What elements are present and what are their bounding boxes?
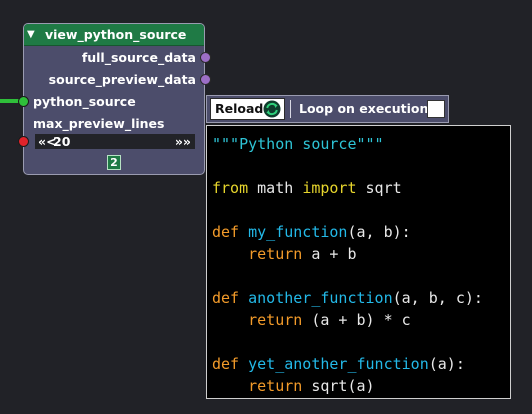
code-line: """Python source""" — [212, 135, 384, 153]
output-label-full-source-data: full_source_data — [81, 50, 196, 65]
collapse-triangle-icon[interactable]: ▼ — [27, 24, 35, 45]
code-line: return a + b — [248, 245, 357, 263]
code-line: def yet_another_function(a): — [212, 355, 465, 373]
code-line: def my_function(a, b): — [212, 223, 411, 241]
output-socket-source-preview-data[interactable] — [200, 74, 211, 85]
reload-button-label: Reload — [215, 101, 264, 116]
input-label-python-source: python_source — [33, 94, 136, 109]
node-title: view_python_source — [45, 27, 187, 42]
loop-on-execution-checkbox[interactable] — [427, 100, 445, 118]
code-line: return sqrt(a) — [248, 377, 375, 395]
increment-arrow-icon[interactable]: »» — [175, 134, 191, 149]
max-preview-lines-stepper[interactable]: «< 20 »» — [35, 134, 195, 149]
output-socket-full-source-data[interactable] — [200, 52, 211, 63]
input-socket-python-source[interactable] — [18, 96, 29, 107]
code-line: return (a + b) * c — [248, 311, 411, 329]
reload-icon — [263, 100, 281, 118]
code-line: def another_function(a, b, c): — [212, 289, 483, 307]
source-preview-panel[interactable]: """Python source""" from math import sqrt… — [206, 125, 511, 399]
preview-toolbar: Reload Loop on execution — [206, 95, 449, 123]
output-label-source-preview-data: source_preview_data — [48, 72, 196, 87]
source-code-text: """Python source""" from math import sqrt… — [212, 133, 483, 397]
node-id-badge: 2 — [107, 155, 121, 170]
view-python-source-node[interactable]: ▼ view_python_source full_source_data so… — [18, 23, 211, 175]
node-editor-canvas[interactable]: ▼ view_python_source full_source_data so… — [0, 0, 532, 414]
toolbar-separator — [290, 100, 291, 118]
input-socket-max-preview-lines[interactable] — [18, 136, 29, 147]
loop-on-execution-label: Loop on execution — [299, 101, 429, 116]
max-preview-lines-value[interactable]: 20 — [53, 134, 70, 149]
input-label-max-preview-lines: max_preview_lines — [33, 116, 165, 131]
node-header[interactable]: ▼ view_python_source — [24, 24, 204, 46]
python-source-link[interactable] — [0, 99, 20, 103]
code-line: from math import sqrt — [212, 179, 402, 197]
reload-button[interactable]: Reload — [210, 98, 285, 120]
